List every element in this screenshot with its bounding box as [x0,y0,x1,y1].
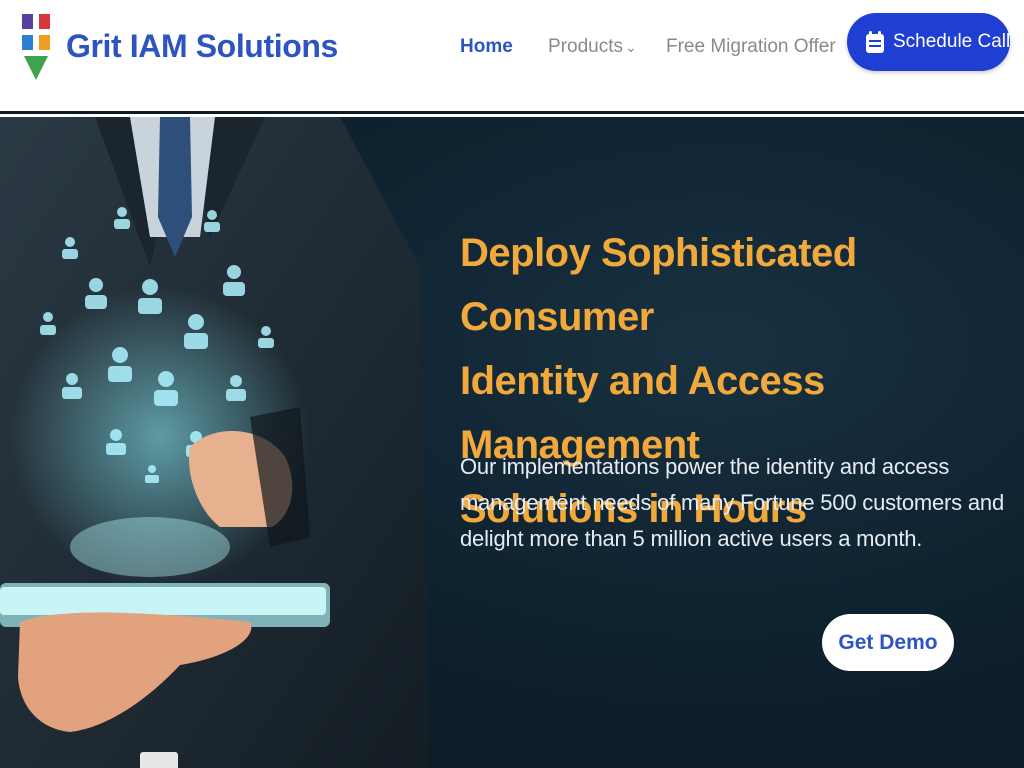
nav-free-migration-offer-link[interactable]: Free Migration Offer [666,36,836,58]
schedule-call-label: Schedule Call [893,31,1011,52]
site-header: Grit IAM Solutions Home Products ⌄ Free M… [0,0,1024,114]
hero-description-line: Our implementations power the identity a… [460,454,950,479]
get-demo-button[interactable]: Get Demo [822,614,954,671]
hero-banner: Deploy Sophisticated Consumer Identity a… [0,117,1024,768]
logo-mark-icon[interactable] [18,12,54,84]
nav-products-menu[interactable]: Products ⌄ [548,36,637,58]
hero-description: Our implementations power the identity a… [460,449,1005,557]
hero-businessman-tablet-image [0,117,430,768]
chevron-down-icon: ⌄ [624,39,637,55]
hero-description-line: management needs of many Fortune 500 cus… [460,490,1004,515]
schedule-call-button[interactable]: Schedule Call [847,13,1010,71]
calendar-icon [866,31,884,53]
hero-headline-line: Deploy Sophisticated Consumer [460,231,857,339]
hero-description-line: delight more than 5 million active users… [460,526,923,551]
nav-products-label: Products [548,36,623,57]
nav-home-link[interactable]: Home [460,36,513,58]
brand-name[interactable]: Grit IAM Solutions [66,28,338,65]
